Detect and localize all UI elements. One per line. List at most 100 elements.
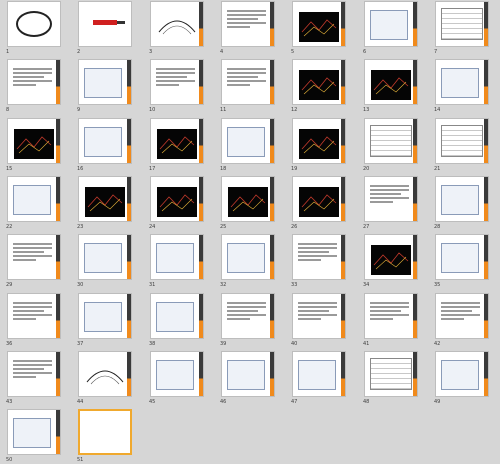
slide-thumbnail[interactable]	[7, 176, 61, 222]
dialog-screenshot	[84, 68, 122, 98]
slide-thumbnail[interactable]	[78, 118, 132, 164]
dialog-screenshot	[156, 302, 194, 332]
slide-thumbnail[interactable]	[435, 351, 489, 397]
slide-thumbnail[interactable]	[150, 234, 204, 280]
slide-side-stripe	[199, 177, 203, 221]
cad-drawing-image	[299, 187, 339, 217]
slide-side-stripe	[56, 352, 60, 396]
slide-number: 5	[291, 49, 295, 55]
slide-thumbnail[interactable]	[435, 118, 489, 164]
slide-thumbnail[interactable]	[364, 118, 418, 164]
slide-number: 50	[6, 457, 13, 463]
slide-thumbnail[interactable]	[435, 234, 489, 280]
slide-thumbnail[interactable]	[78, 234, 132, 280]
slide-side-stripe	[127, 177, 131, 221]
dialog-screenshot	[13, 185, 51, 215]
slide-number: 30	[77, 282, 84, 288]
cad-drawing-image	[371, 70, 411, 100]
slide-thumbnail[interactable]	[150, 59, 204, 105]
slide-side-stripe	[484, 60, 488, 104]
slide-side-stripe	[341, 119, 345, 163]
slide-thumbnail[interactable]	[150, 118, 204, 164]
slide-number: 26	[291, 224, 298, 230]
slide-thumbnail[interactable]	[150, 176, 204, 222]
slide-number: 8	[6, 107, 10, 113]
text-block	[441, 300, 480, 322]
slide-side-stripe	[484, 119, 488, 163]
slide-number: 34	[363, 282, 370, 288]
slide-number: 33	[291, 282, 298, 288]
slide-thumbnail[interactable]	[292, 59, 346, 105]
slide-thumbnail[interactable]	[435, 1, 489, 47]
slide-thumbnail[interactable]	[221, 118, 275, 164]
slide-side-stripe	[413, 235, 417, 279]
text-block	[156, 66, 195, 88]
slide-thumbnail[interactable]	[221, 1, 275, 47]
slide-thumbnail[interactable]	[435, 176, 489, 222]
slide-thumbnail[interactable]	[150, 351, 204, 397]
slide-thumbnail[interactable]	[292, 118, 346, 164]
slide-number: 14	[434, 107, 441, 113]
slide-thumbnail[interactable]	[78, 176, 132, 222]
slide-thumbnail[interactable]	[364, 234, 418, 280]
slide-thumbnail[interactable]	[7, 351, 61, 397]
logo-image	[16, 11, 52, 37]
slide-side-stripe	[270, 2, 274, 46]
slide-side-stripe	[199, 2, 203, 46]
slide-thumbnail[interactable]	[221, 176, 275, 222]
dialog-screenshot	[227, 360, 265, 390]
slide-thumbnail[interactable]	[7, 118, 61, 164]
slide-thumbnail[interactable]	[292, 234, 346, 280]
slide-thumbnail[interactable]	[78, 1, 132, 47]
slide-thumbnail[interactable]	[364, 293, 418, 339]
dialog-screenshot	[441, 68, 479, 98]
slide-side-stripe	[341, 294, 345, 338]
slide-thumbnail[interactable]	[7, 293, 61, 339]
slide-thumbnail[interactable]	[364, 351, 418, 397]
slide-number: 2	[77, 49, 81, 55]
slide-side-stripe	[56, 410, 60, 454]
slide-thumbnail[interactable]	[292, 351, 346, 397]
slide-number: 49	[434, 399, 441, 405]
slide-thumbnail[interactable]	[221, 293, 275, 339]
slide-thumbnail[interactable]	[221, 351, 275, 397]
slide-thumbnail[interactable]	[292, 293, 346, 339]
dialog-screenshot	[441, 243, 479, 273]
slide-thumbnail[interactable]	[7, 409, 61, 455]
slide-thumbnail[interactable]	[150, 293, 204, 339]
cad-drawing-image	[157, 187, 197, 217]
slide-thumbnail[interactable]	[292, 176, 346, 222]
slide-thumbnail[interactable]	[364, 59, 418, 105]
slide-thumbnail[interactable]	[78, 409, 132, 455]
slide-thumbnail[interactable]	[7, 59, 61, 105]
slide-side-stripe	[484, 352, 488, 396]
text-block	[13, 66, 52, 88]
slide-number: 28	[434, 224, 441, 230]
slide-thumbnail[interactable]	[435, 293, 489, 339]
slide-side-stripe	[199, 60, 203, 104]
slide-thumbnail[interactable]	[150, 1, 204, 47]
slide-side-stripe	[127, 60, 131, 104]
slide-side-stripe	[56, 119, 60, 163]
slide-thumbnail[interactable]	[435, 59, 489, 105]
slide-thumbnail[interactable]	[78, 293, 132, 339]
slide-thumbnail[interactable]	[7, 1, 61, 47]
dialog-screenshot	[227, 243, 265, 273]
slide-side-stripe	[413, 294, 417, 338]
slide-side-stripe	[341, 2, 345, 46]
slide-thumbnail[interactable]	[7, 234, 61, 280]
cad-drawing-image	[299, 12, 339, 42]
slide-thumbnail[interactable]	[292, 1, 346, 47]
slide-thumbnail[interactable]	[78, 59, 132, 105]
slide-number: 47	[291, 399, 298, 405]
slide-thumbnail[interactable]	[364, 1, 418, 47]
text-block	[298, 241, 337, 263]
dialog-screenshot	[84, 243, 122, 273]
curve-diagram	[158, 20, 196, 35]
slide-thumbnail[interactable]	[221, 59, 275, 105]
slide-side-stripe	[199, 235, 203, 279]
slide-thumbnail[interactable]	[78, 351, 132, 397]
slide-number: 11	[220, 107, 227, 113]
slide-thumbnail[interactable]	[364, 176, 418, 222]
slide-thumbnail[interactable]	[221, 234, 275, 280]
